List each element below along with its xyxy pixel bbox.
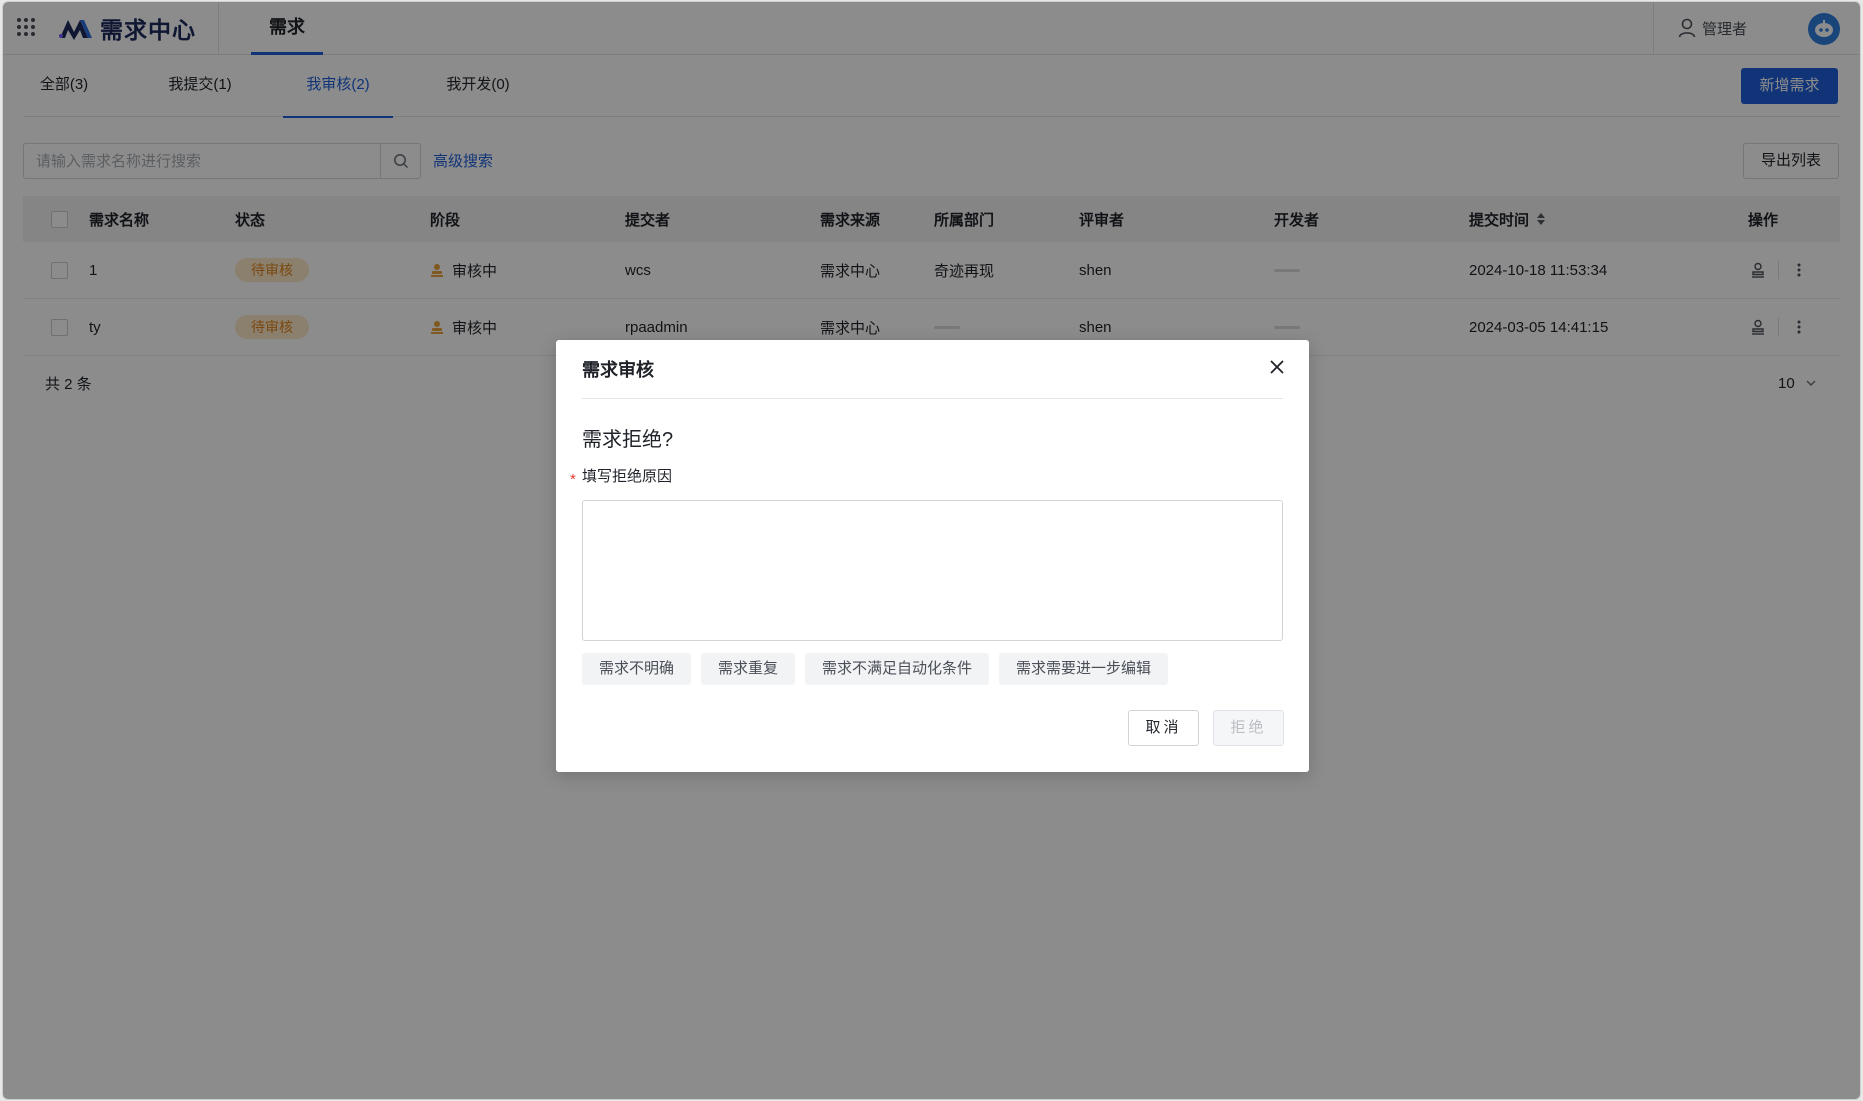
- quick-reason-list: 需求不明确 需求重复 需求不满足自动化条件 需求需要进一步编辑: [582, 653, 1169, 685]
- dialog-divider: [582, 398, 1283, 399]
- dialog-question: 需求拒绝?: [582, 429, 674, 451]
- reject-reason-textarea[interactable]: [582, 500, 1283, 641]
- quick-reason-duplicate[interactable]: 需求重复: [701, 653, 796, 685]
- reject-button[interactable]: 拒绝: [1213, 710, 1284, 746]
- quick-reason-not-automatable[interactable]: 需求不满足自动化条件: [805, 653, 990, 685]
- quick-reason-unclear[interactable]: 需求不明确: [582, 653, 692, 685]
- cancel-button[interactable]: 取消: [1128, 710, 1199, 746]
- app-window: 需求中心 需求 管理者 全部(3) 我提交(1) 我审核(2) 我开发(0) 新…: [2, 1, 1861, 1100]
- close-icon[interactable]: [1268, 358, 1286, 376]
- dialog-title: 需求审核: [582, 360, 654, 380]
- reject-reason-label: 填写拒绝原因: [582, 468, 673, 485]
- quick-reason-needs-edit[interactable]: 需求需要进一步编辑: [999, 653, 1169, 685]
- required-mark: *: [570, 471, 576, 488]
- review-dialog: 需求审核 需求拒绝? * 填写拒绝原因 需求不明确 需求重复 需求不满足自动化条…: [556, 340, 1309, 772]
